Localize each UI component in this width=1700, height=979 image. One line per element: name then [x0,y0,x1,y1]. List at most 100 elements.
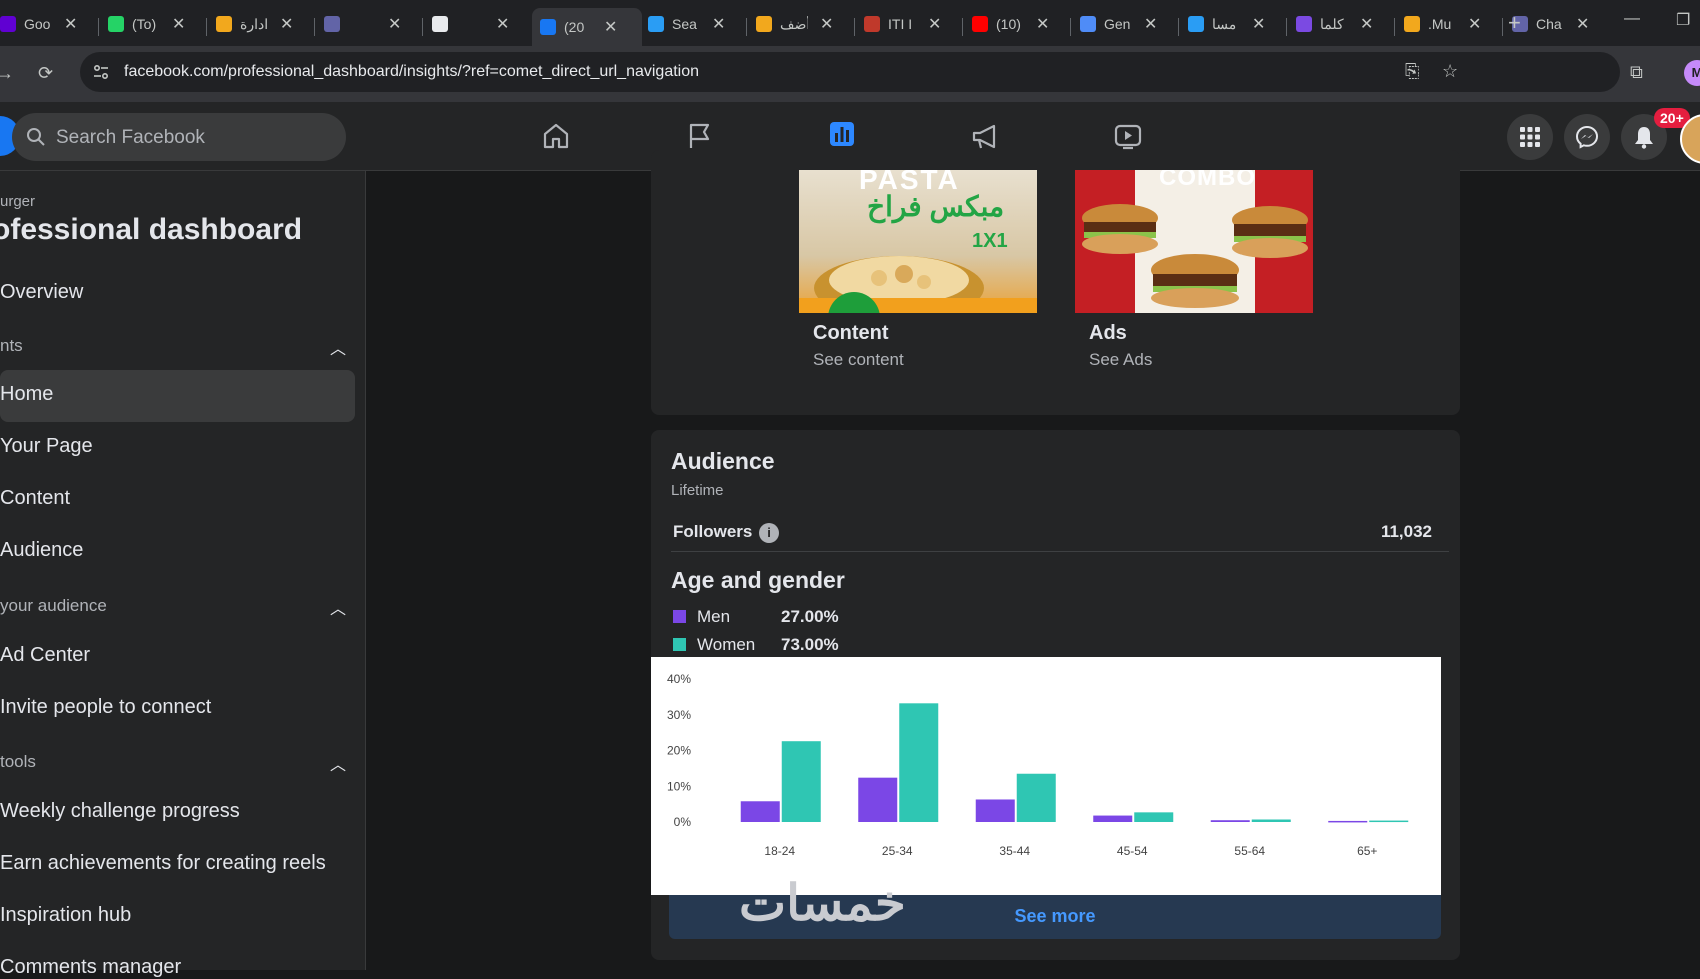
browser-tab[interactable]: ✕ [424,8,534,40]
browser-tab[interactable]: Gen ✕ [1072,8,1182,40]
restore-icon[interactable]: ❐ [1676,10,1690,30]
info-icon[interactable]: i [759,523,779,543]
bar-men-45-54[interactable] [1093,815,1133,822]
browser-tab[interactable]: ✕ [316,8,426,40]
extensions-icon[interactable]: ⧉ [1630,62,1643,83]
bar-men-25-34[interactable] [858,777,898,822]
bar-men-55-64[interactable] [1210,820,1250,822]
close-tab-icon[interactable]: ✕ [1468,14,1481,34]
messenger-icon [1575,125,1599,149]
sidebar-item-home[interactable]: Home [0,383,53,406]
search-facebook-field[interactable]: Search Facebook [12,113,346,161]
bar-women-25-34[interactable] [899,703,939,822]
sidebar-item-comments-manager[interactable]: Comments manager [0,956,181,979]
tab-separator [206,18,207,36]
tab-title: (10) [996,16,1021,32]
install-app-icon[interactable]: ⎘ [1405,61,1419,82]
close-tab-icon[interactable]: ✕ [712,14,725,34]
close-tab-icon[interactable]: ✕ [604,17,617,37]
close-tab-icon[interactable]: ✕ [1360,14,1373,34]
browser-tab[interactable]: ITI I ✕ [856,8,966,40]
close-tab-icon[interactable]: ✕ [64,14,77,34]
close-tab-icon[interactable]: ✕ [1252,14,1265,34]
address-bar[interactable]: facebook.com/professional_dashboard/insi… [80,52,1620,92]
minimize-icon[interactable]: — [1624,10,1640,28]
close-tab-icon[interactable]: ✕ [928,14,941,34]
url-text[interactable]: facebook.com/professional_dashboard/insi… [124,63,699,81]
chevron-up-icon[interactable]: ︿ [330,751,346,775]
sidebar-item-invite-people[interactable]: Invite people to connect [0,696,211,719]
tab-title: ادارة [240,15,268,32]
browser-tab[interactable]: .Mu ✕ [1396,8,1506,40]
badge-5-icon [1404,16,1420,32]
section-insights-header[interactable]: nts [0,336,23,356]
y-tick-label: 30% [667,708,691,722]
sidebar-item-your-page[interactable]: Your Page [0,435,93,458]
tab-title: أضف [780,15,808,32]
browser-tab[interactable]: Goo ✕ [0,8,102,40]
home-icon [543,123,569,149]
forward-icon[interactable]: → [0,63,14,84]
chevron-up-icon[interactable]: ︿ [330,335,346,359]
see-ads-link[interactable]: See Ads [1089,350,1152,370]
browser-tab[interactable]: ادارة ✕ [208,8,318,40]
section-tools-header[interactable]: tools [0,752,36,772]
record-icon [432,16,448,32]
sidebar-item-audience[interactable]: Audience [0,539,83,562]
menu-grid-button[interactable] [1507,114,1553,160]
new-tab-icon[interactable]: + [1508,10,1521,36]
browser-tab[interactable]: (To) ✕ [100,8,210,40]
close-tab-icon[interactable]: ✕ [1576,14,1589,34]
browser-tab[interactable]: كلما ✕ [1288,8,1398,40]
browser-tab[interactable]: (10) ✕ [964,8,1074,40]
close-tab-icon[interactable]: ✕ [388,14,401,34]
close-tab-icon[interactable]: ✕ [280,14,293,34]
sidebar-item-content[interactable]: Content [0,487,70,510]
close-tab-icon[interactable]: ✕ [172,14,185,34]
sidebar-item-earn-achievements[interactable]: Earn achievements for creating reels [0,852,326,875]
bookmark-star-icon[interactable]: ☆ [1442,61,1458,82]
site-settings-icon[interactable] [92,63,110,81]
sidebar-item-overview[interactable]: Overview [0,281,83,304]
megaphone-icon [972,124,996,149]
see-content-link[interactable]: See content [813,350,904,370]
messenger-button[interactable] [1564,114,1610,160]
reload-icon[interactable]: ⟳ [38,63,53,84]
divider [671,551,1449,552]
bar-women-45-54[interactable] [1134,812,1174,822]
sidebar-item-inspiration-hub[interactable]: Inspiration hub [0,904,131,927]
audience-subtitle: Lifetime [671,482,724,499]
x-tick-label: 25-34 [882,844,913,858]
tab-title: Sea [672,16,697,32]
search-placeholder: Search Facebook [56,127,205,148]
bar-men-35-44[interactable] [975,799,1015,822]
bar-women-55-64[interactable] [1251,819,1291,822]
close-tab-icon[interactable]: ✕ [1036,14,1049,34]
flag-icon [689,123,710,148]
sidebar-item-weekly-challenge[interactable]: Weekly challenge progress [0,800,240,823]
y-tick-label: 20% [667,744,691,758]
chevron-up-icon[interactable]: ︿ [330,595,346,619]
profile-avatar[interactable]: M [1684,60,1700,86]
x-tick-label: 45-54 [1117,844,1148,858]
bar-women-18-24[interactable] [781,741,821,822]
close-tab-icon[interactable]: ✕ [820,14,833,34]
bar-men-18-24[interactable] [740,801,780,822]
bar-women-65+[interactable] [1369,820,1409,823]
close-tab-icon[interactable]: ✕ [496,14,509,34]
sidebar-item-ad-center[interactable]: Ad Center [0,644,90,667]
close-tab-icon[interactable]: ✕ [1144,14,1157,34]
browser-tab[interactable]: مسا ✕ [1180,8,1290,40]
browser-tab[interactable]: Sea ✕ [640,8,750,40]
browser-tab[interactable]: أضف ✕ [748,8,858,40]
iti-icon [864,16,880,32]
bar-women-35-44[interactable] [1016,773,1056,822]
sidebar-title: ofessional dashboard [0,213,303,246]
bar-men-65+[interactable] [1328,820,1368,823]
section-audience-header[interactable]: your audience [0,596,107,616]
browser-tab[interactable]: (20 ✕ [532,8,642,46]
ads-thumbnail[interactable]: COMBO [1075,170,1313,313]
y-tick-label: 0% [674,815,692,829]
nav-home-tab[interactable] [491,102,621,170]
content-thumbnail[interactable]: PASTA مبكس فراخ 1X1 [799,170,1037,313]
